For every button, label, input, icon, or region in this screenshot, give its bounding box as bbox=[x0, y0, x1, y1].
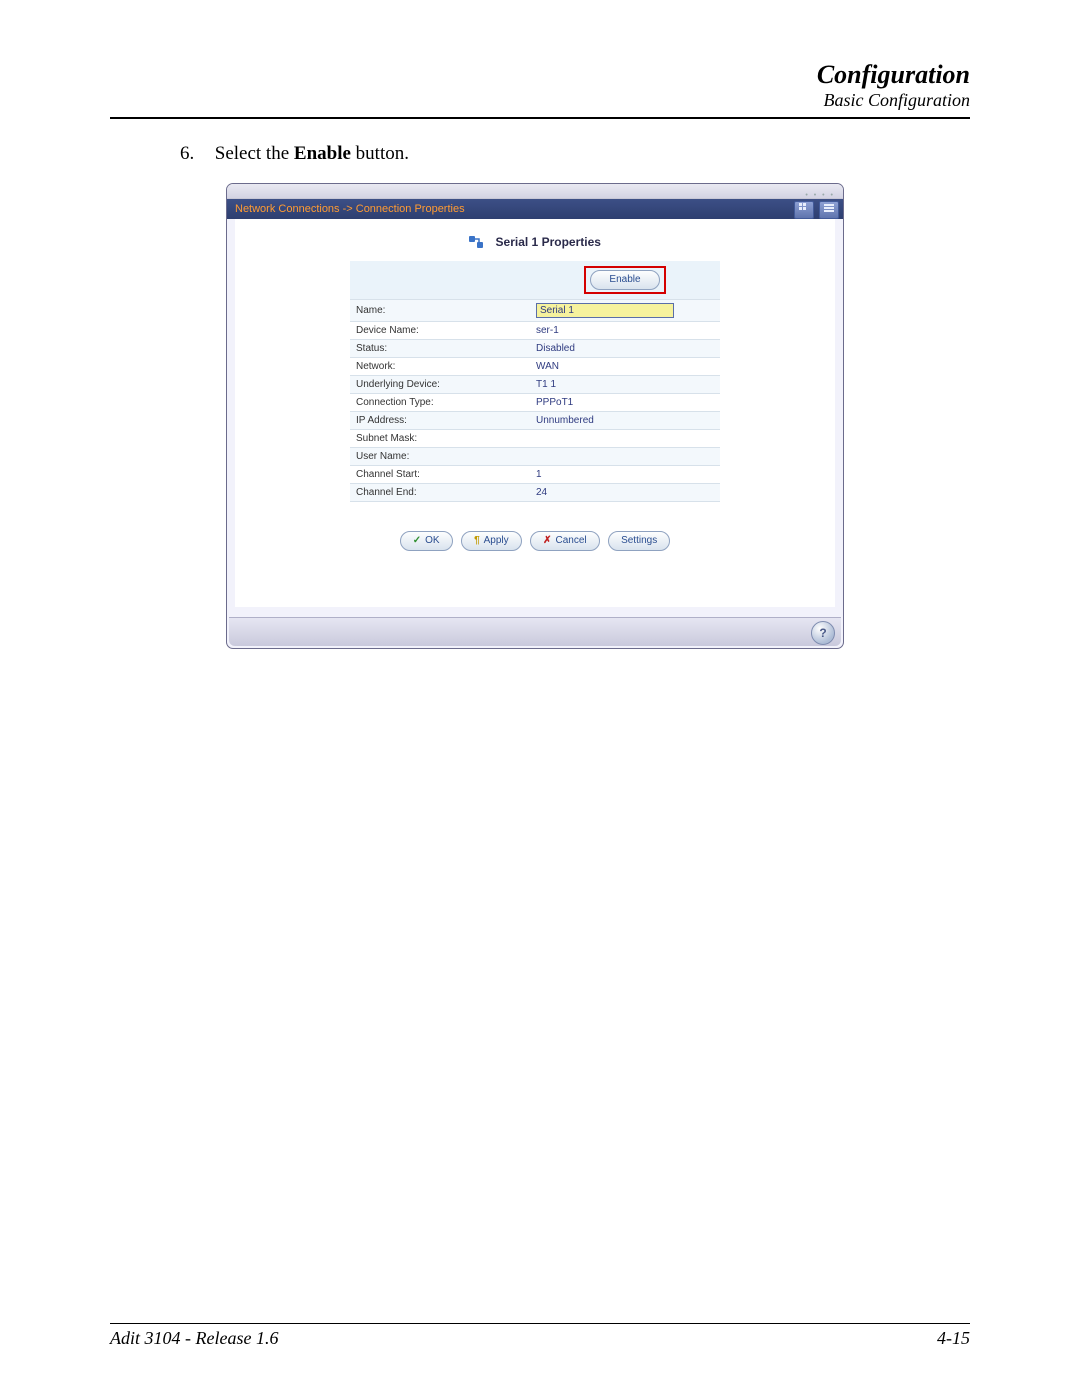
panel-title: Serial 1 Properties bbox=[496, 235, 601, 249]
step-text-bold: Enable bbox=[294, 143, 351, 164]
step-number: 6. bbox=[180, 143, 210, 165]
row-value bbox=[530, 430, 720, 448]
properties-window: • • • • Network Connections -> Connectio… bbox=[226, 183, 844, 649]
footer-rule bbox=[110, 1323, 970, 1324]
toolbar-icon-1[interactable] bbox=[794, 201, 814, 219]
row-value bbox=[530, 448, 720, 466]
button-row: ✓OK ¶Apply ✗Cancel Settings bbox=[243, 530, 827, 551]
row-label: Status: bbox=[350, 340, 530, 358]
serial-device-icon bbox=[469, 234, 483, 250]
row-value: Disabled bbox=[530, 340, 720, 358]
help-button[interactable]: ? bbox=[811, 621, 835, 645]
table-row: Device Name: ser-1 bbox=[350, 322, 720, 340]
table-row: Underlying Device: T1 1 bbox=[350, 376, 720, 394]
row-value: 1 bbox=[530, 466, 720, 484]
table-row: Status: Disabled bbox=[350, 340, 720, 358]
header-title: Configuration bbox=[110, 60, 970, 90]
apply-button[interactable]: ¶Apply bbox=[461, 531, 522, 551]
header-subtitle: Basic Configuration bbox=[110, 90, 970, 111]
table-row: Name: Serial 1 bbox=[350, 300, 720, 322]
row-value: Unnumbered bbox=[530, 412, 720, 430]
table-row: Channel Start: 1 bbox=[350, 466, 720, 484]
window-titlebar: • • • • bbox=[227, 184, 843, 199]
table-row: User Name: bbox=[350, 448, 720, 466]
step-text-post: button. bbox=[351, 143, 409, 164]
embedded-screenshot: • • • • Network Connections -> Connectio… bbox=[226, 183, 844, 649]
enable-highlight: Enable bbox=[584, 266, 665, 294]
table-row: Network: WAN bbox=[350, 358, 720, 376]
table-row: Subnet Mask: bbox=[350, 430, 720, 448]
header-rule bbox=[110, 117, 970, 119]
row-label: Subnet Mask: bbox=[350, 430, 530, 448]
row-value: T1 1 bbox=[530, 376, 720, 394]
settings-button[interactable]: Settings bbox=[608, 531, 670, 551]
row-label: Channel End: bbox=[350, 484, 530, 502]
step-text-pre: Select the bbox=[215, 143, 294, 164]
table-row: Connection Type: PPPoT1 bbox=[350, 394, 720, 412]
row-label: Network: bbox=[350, 358, 530, 376]
row-label: Channel Start: bbox=[350, 466, 530, 484]
row-value: PPPoT1 bbox=[530, 394, 720, 412]
row-label: User Name: bbox=[350, 448, 530, 466]
row-label: Name: bbox=[350, 300, 530, 322]
row-label: Device Name: bbox=[350, 322, 530, 340]
row-value: 24 bbox=[530, 484, 720, 502]
properties-table: Enable Name: Serial 1 Device Name: ser-1… bbox=[350, 261, 720, 502]
breadcrumb-bar: Network Connections -> Connection Proper… bbox=[227, 199, 843, 219]
check-icon: ✓ bbox=[413, 535, 421, 546]
row-label: Underlying Device: bbox=[350, 376, 530, 394]
window-footer-bar: ? bbox=[229, 617, 841, 646]
table-row: Channel End: 24 bbox=[350, 484, 720, 502]
footer-page-number: 4-15 bbox=[937, 1328, 970, 1349]
breadcrumb-text: Network Connections -> Connection Proper… bbox=[235, 203, 465, 215]
name-input[interactable]: Serial 1 bbox=[536, 303, 674, 318]
row-value: WAN bbox=[530, 358, 720, 376]
properties-panel: Serial 1 Properties Enable Name: Serial bbox=[235, 219, 835, 607]
ok-button[interactable]: ✓OK bbox=[400, 531, 453, 551]
enable-button[interactable]: Enable bbox=[590, 270, 659, 290]
page-header: Configuration Basic Configuration bbox=[110, 60, 970, 111]
table-row: IP Address: Unnumbered bbox=[350, 412, 720, 430]
row-label: Connection Type: bbox=[350, 394, 530, 412]
row-label: IP Address: bbox=[350, 412, 530, 430]
footer-left: Adit 3104 - Release 1.6 bbox=[110, 1328, 278, 1349]
toolbar-icon-2[interactable] bbox=[819, 201, 839, 219]
cancel-button[interactable]: ✗Cancel bbox=[530, 531, 600, 551]
row-value: ser-1 bbox=[530, 322, 720, 340]
apply-icon: ¶ bbox=[474, 535, 480, 546]
x-icon: ✗ bbox=[543, 535, 551, 546]
instruction-step: 6. Select the Enable button. bbox=[180, 143, 970, 165]
